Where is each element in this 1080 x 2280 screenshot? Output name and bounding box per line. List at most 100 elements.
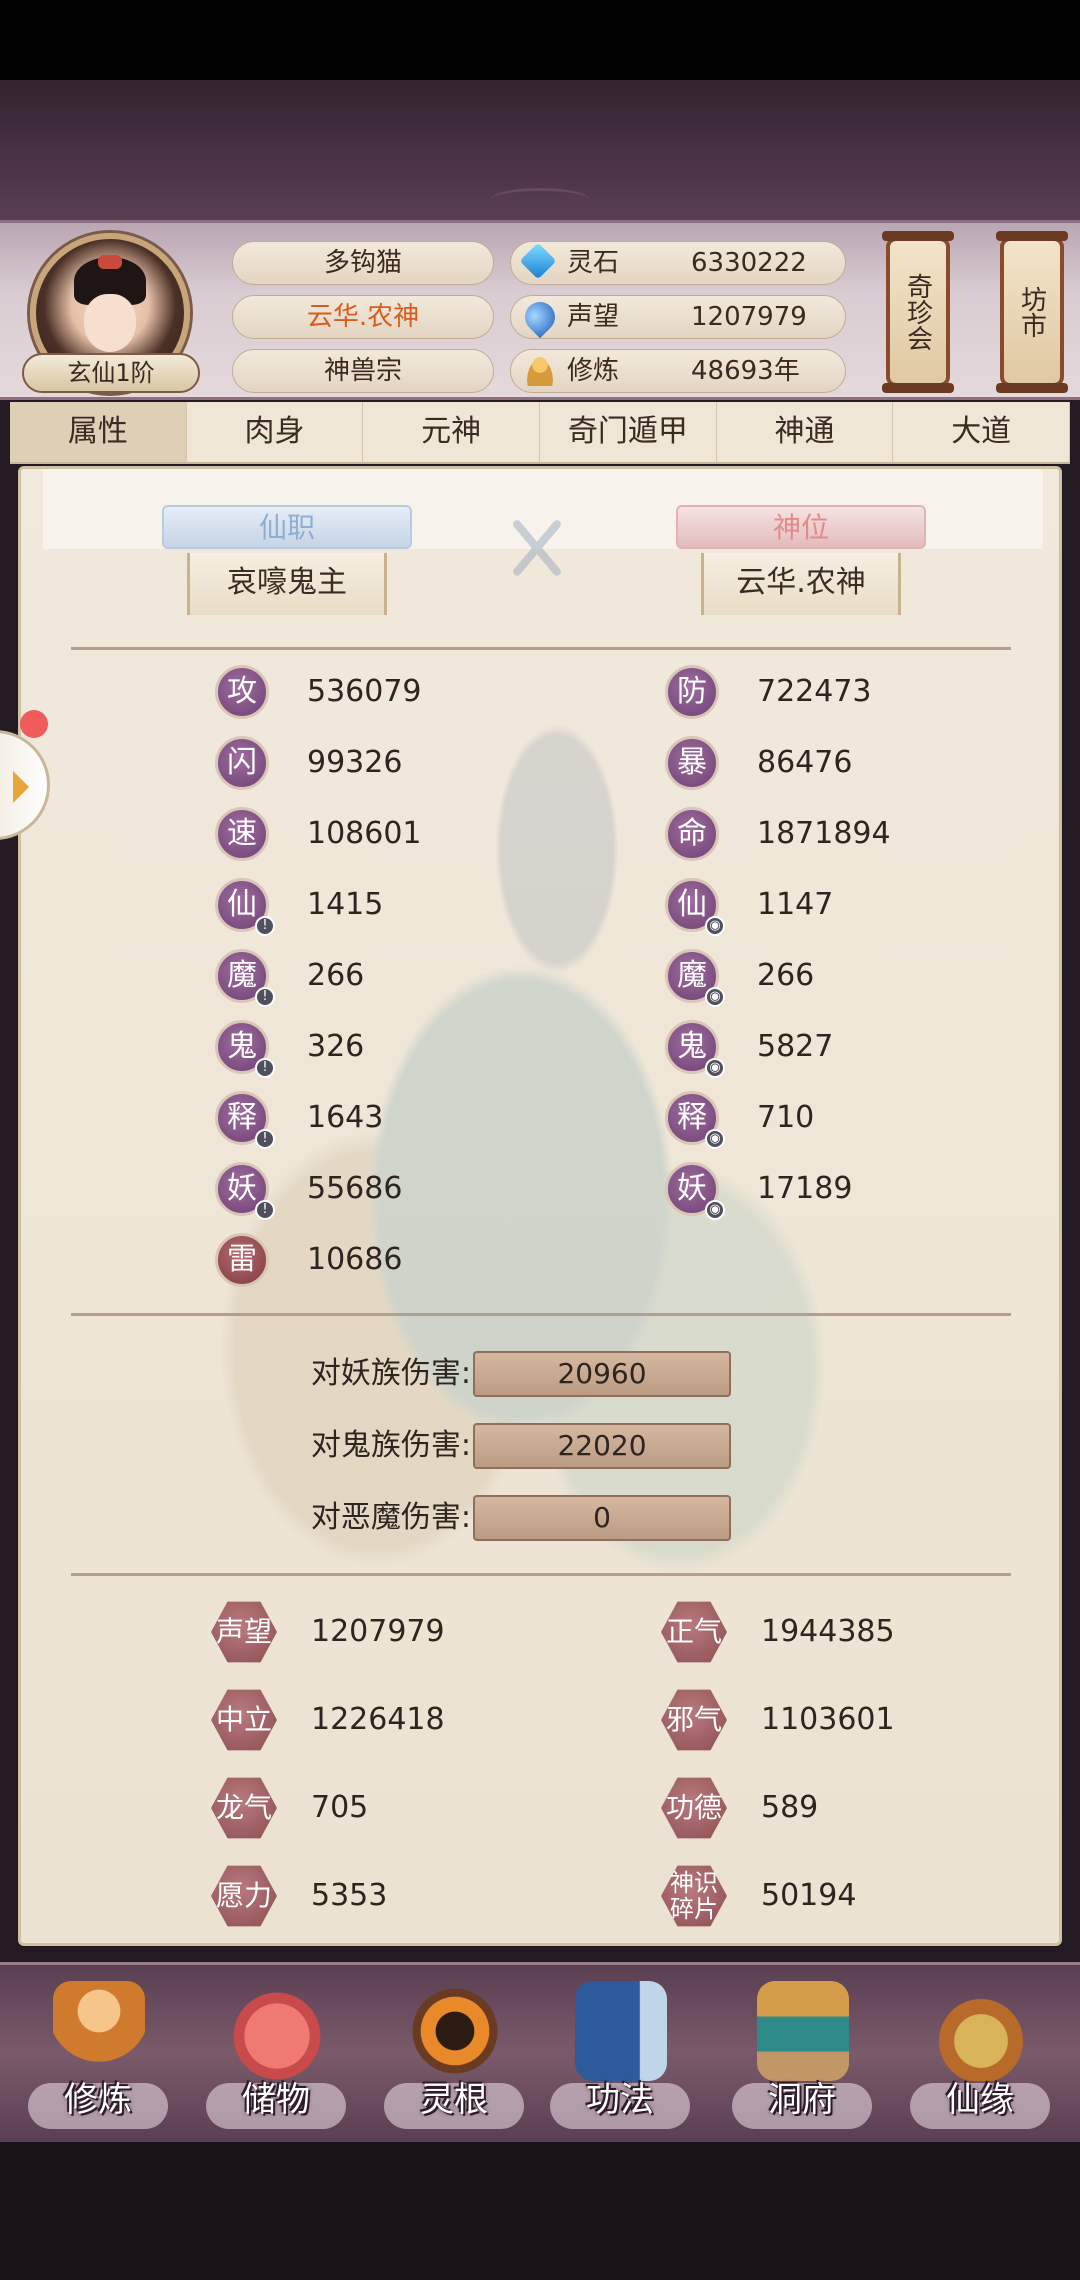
damage-vs-ghost: 对鬼族伤害: 22020 [21, 1421, 1059, 1473]
player-header: 玄仙1阶 多钩猫 云华.农神 神兽宗 灵石 6330222 声望 1207979… [0, 220, 1080, 400]
damage-value: 0 [473, 1495, 731, 1541]
cultivate-icon [53, 1981, 145, 2081]
nav-label: 储物 [242, 2080, 310, 2120]
nav-label: 功法 [586, 2080, 654, 2120]
tab-divine-power[interactable]: 神通 [717, 402, 894, 462]
stat-value: 1415 [307, 887, 384, 922]
stat-value: 99326 [307, 745, 403, 780]
top-banner [0, 80, 1080, 220]
stat-value: 17189 [757, 1171, 853, 1206]
status-bar [0, 0, 1080, 80]
stat-hp: 命 1871894 [665, 807, 965, 867]
stat-demon-def: 魔 ◉ 266 [665, 949, 965, 1009]
rep-value: 1207979 [311, 1614, 445, 1649]
defense-icon: 防 [665, 665, 719, 719]
rep-label: 正气 [665, 1615, 722, 1648]
rep-dragon-qi: 龙气 705 [211, 1775, 531, 1841]
rep-label: 龙气 [215, 1791, 272, 1824]
stat-value: 266 [757, 958, 815, 993]
attack-mark-icon: ! [255, 987, 275, 1007]
attribute-tabs: 属性 肉身 元神 奇门遁甲 神通 大道 [10, 402, 1071, 464]
resource-label: 声望 [567, 302, 620, 332]
stat-value: 1871894 [757, 816, 891, 851]
attack-mark-icon: ! [255, 1058, 275, 1078]
treasure-auction-button[interactable]: 奇珍会 [882, 231, 954, 393]
nav-cave-house[interactable]: 洞府 [722, 1975, 882, 2135]
divine-rank-slot[interactable]: 神位 云华.农神 [651, 505, 951, 615]
spirit-stone-icon [519, 242, 557, 280]
stat-immortal-atk: 仙 ! 1415 [215, 878, 515, 938]
stat-value: 1643 [307, 1100, 384, 1135]
resource-value: 6330222 [691, 248, 807, 278]
rep-value: 1944385 [761, 1614, 895, 1649]
rep-righteous: 正气 1944385 [661, 1599, 981, 1665]
nav-label: 修炼 [64, 2080, 132, 2120]
stat-buddha-def: 释 ◉ 710 [665, 1091, 965, 1151]
resource-cultivation: 修炼 48693年 [510, 349, 846, 393]
rep-value: 705 [311, 1790, 369, 1825]
stat-ghost-atk: 鬼 ! 326 [215, 1020, 515, 1080]
tab-great-dao[interactable]: 大道 [893, 402, 1071, 462]
damage-vs-demon: 对恶魔伤害: 0 [21, 1493, 1059, 1545]
stat-ghost-def: 鬼 ◉ 5827 [665, 1020, 965, 1080]
damage-label: 对妖族伤害: [310, 1356, 471, 1391]
stat-value: 55686 [307, 1171, 403, 1206]
immortal-post-name: 哀嚎鬼主 [187, 553, 387, 615]
fortune-gourd-icon [935, 1981, 1027, 2081]
expand-arrow-icon [13, 771, 29, 803]
stat-value: 10686 [307, 1242, 403, 1277]
player-sect[interactable]: 神兽宗 [232, 349, 494, 393]
rep-evil: 邪气 1103601 [661, 1687, 981, 1753]
stat-critical: 暴 86476 [665, 736, 965, 796]
nav-fortune[interactable]: 仙缘 [900, 1975, 1060, 2135]
stat-value: 1147 [757, 887, 834, 922]
attack-mark-icon: ! [255, 1129, 275, 1149]
damage-value: 22020 [473, 1423, 731, 1469]
stat-attack: 攻 536079 [215, 665, 515, 725]
tab-qimen[interactable]: 奇门遁甲 [540, 402, 717, 462]
prestige-icon [518, 295, 562, 339]
stat-immortal-def: 仙 ◉ 1147 [665, 878, 965, 938]
cultivation-icon [525, 356, 555, 386]
damage-value: 20960 [473, 1351, 731, 1397]
defense-mark-icon: ◉ [705, 916, 725, 936]
immortal-post-slot[interactable]: 仙职 哀嚎鬼主 [137, 505, 437, 615]
divine-rank-name: 云华.农神 [701, 553, 901, 615]
nav-cultivate[interactable]: 修炼 [18, 1975, 178, 2135]
rep-label: 声望 [215, 1615, 272, 1648]
rank-badge: 玄仙1阶 [22, 353, 200, 393]
rep-wish-power: 愿力 5353 [211, 1863, 531, 1929]
stat-thunder: 雷 10686 [215, 1233, 515, 1293]
resource-prestige: 声望 1207979 [510, 295, 846, 339]
ornament-decoration [490, 188, 590, 212]
damage-vs-monster: 对妖族伤害: 20960 [21, 1349, 1059, 1401]
rep-label: 神识碎片 [670, 1869, 718, 1923]
market-button[interactable]: 坊市 [996, 231, 1068, 393]
system-nav-area [0, 2142, 1080, 2280]
spirit-root-icon [409, 1981, 501, 2081]
rep-value: 50194 [761, 1878, 857, 1913]
tab-spirit[interactable]: 元神 [363, 402, 541, 462]
rep-label: 邪气 [665, 1703, 722, 1736]
nav-label: 灵根 [420, 2080, 488, 2120]
rep-label: 愿力 [215, 1879, 272, 1912]
resource-label: 修炼 [567, 356, 620, 386]
resource-value: 48693年 [691, 356, 800, 386]
stat-value: 108601 [307, 816, 422, 851]
cave-house-icon [757, 1981, 849, 2081]
nav-storage[interactable]: 储物 [196, 1975, 356, 2135]
tab-body[interactable]: 肉身 [187, 402, 364, 462]
tab-attributes[interactable]: 属性 [10, 402, 187, 462]
player-title[interactable]: 云华.农神 [232, 295, 494, 339]
stat-defense: 防 722473 [665, 665, 965, 725]
nav-technique[interactable]: 功法 [540, 1975, 700, 2135]
attack-mark-icon: ! [255, 1200, 275, 1220]
divine-rank-tag: 神位 [676, 505, 926, 549]
hp-icon: 命 [665, 807, 719, 861]
defense-mark-icon: ◉ [705, 1058, 725, 1078]
stat-value: 722473 [757, 674, 872, 709]
nav-label: 洞府 [768, 2080, 836, 2120]
nav-spirit-root[interactable]: 灵根 [374, 1975, 534, 2135]
stat-value: 5827 [757, 1029, 834, 1064]
resource-label: 灵石 [567, 248, 620, 278]
